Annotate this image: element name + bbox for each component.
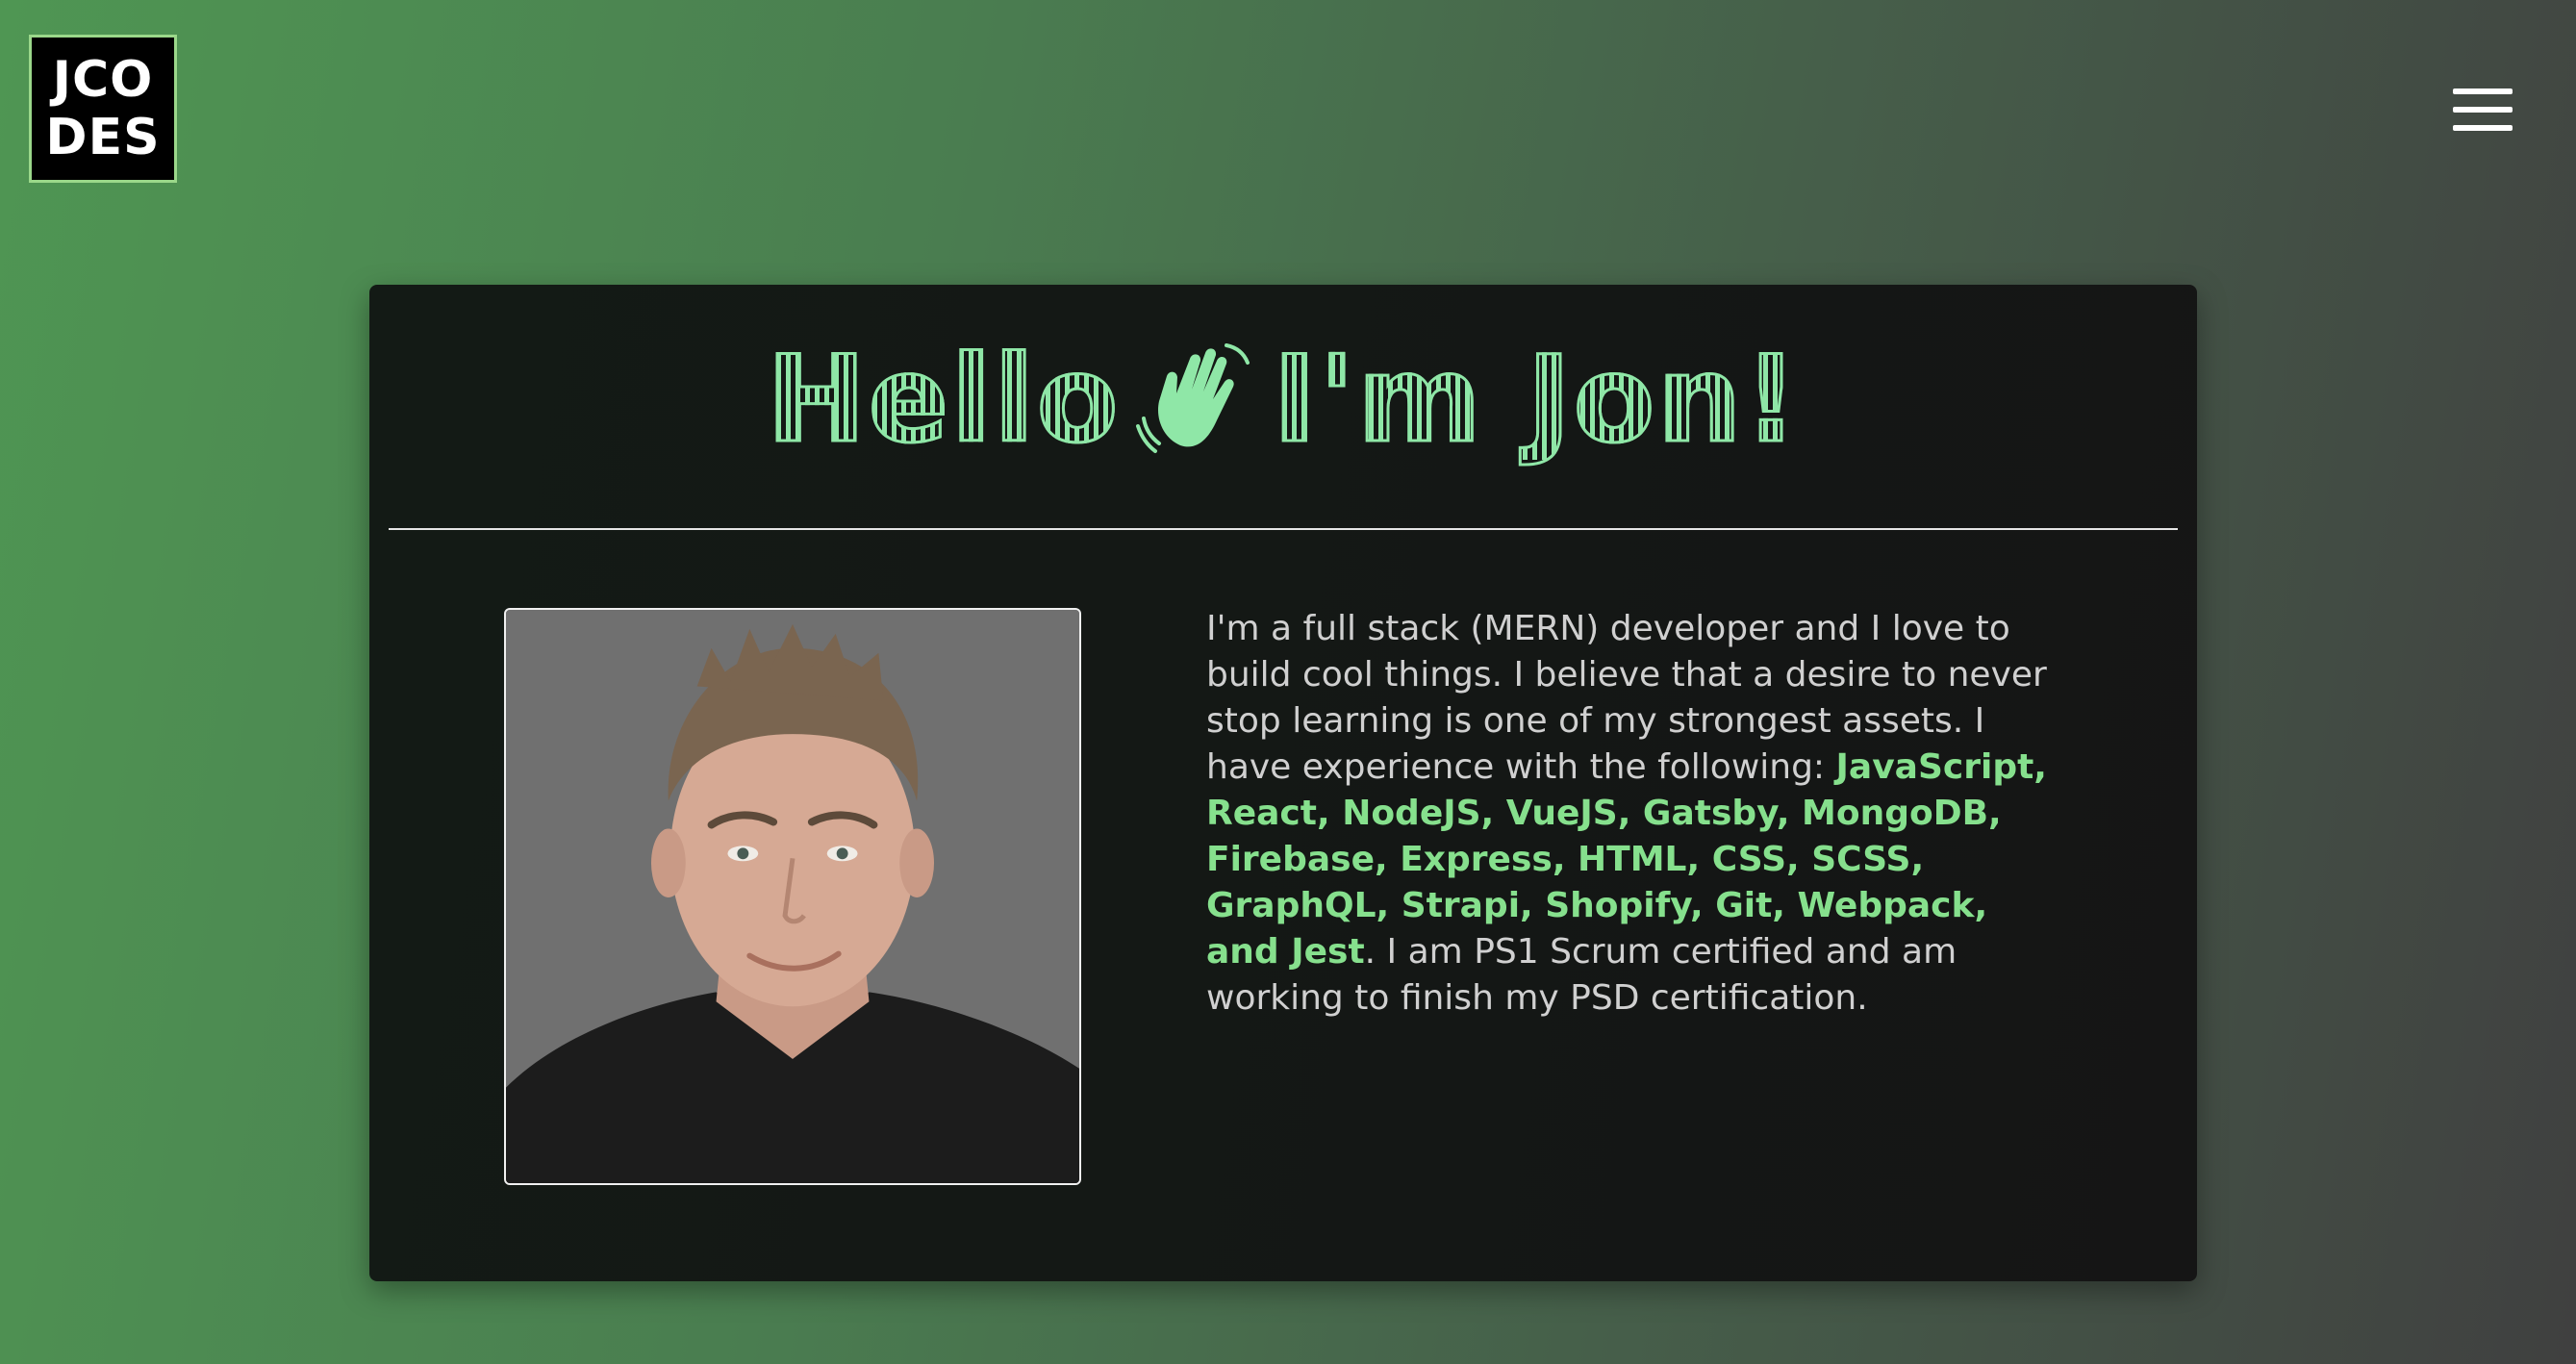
greeting-name: I'm Jon! — [1271, 331, 1801, 469]
logo-line-1: JCO — [52, 51, 154, 109]
about-card: Hello I'm Jon! I'm a full stack (MERN) d… — [369, 285, 2197, 1281]
site-logo[interactable]: JCO DES — [29, 35, 177, 183]
menu-bar — [2453, 88, 2513, 94]
hamburger-menu-icon[interactable] — [2453, 88, 2513, 131]
menu-bar — [2453, 107, 2513, 113]
hero-heading: Hello I'm Jon! — [369, 333, 2197, 467]
logo-line-2: DES — [45, 109, 161, 166]
divider — [389, 528, 2178, 530]
menu-bar — [2453, 125, 2513, 131]
profile-photo — [504, 608, 1081, 1185]
bio-paragraph: I'm a full stack (MERN) developer and I … — [1206, 606, 2072, 1022]
greeting-hello: Hello — [765, 331, 1121, 469]
waving-hand-icon — [1135, 343, 1250, 453]
